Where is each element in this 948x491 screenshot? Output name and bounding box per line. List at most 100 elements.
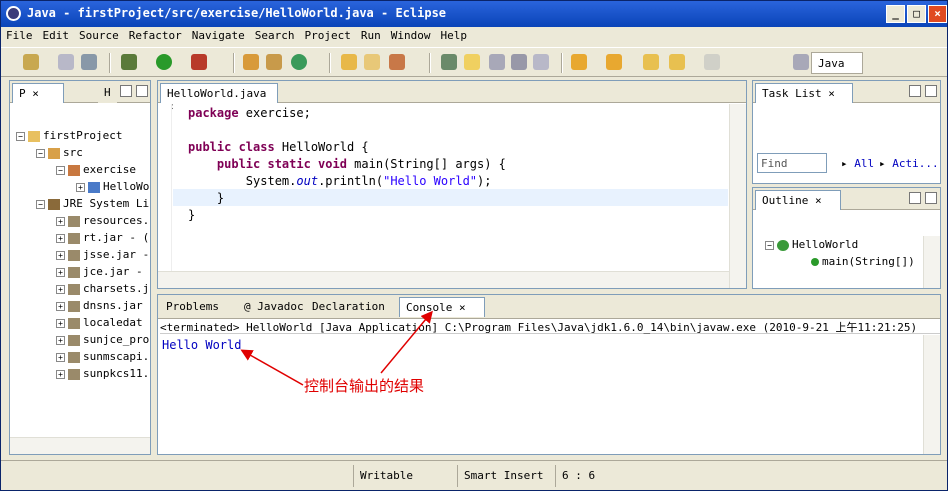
minimize-view-icon[interactable]: [909, 192, 921, 204]
print-icon[interactable]: [81, 54, 97, 70]
menu-project[interactable]: Project: [299, 27, 355, 44]
java-perspective-button[interactable]: Java: [811, 52, 863, 74]
run-icon[interactable]: [156, 54, 172, 70]
maximize-button[interactable]: □: [907, 5, 926, 23]
tab-helloworld-java[interactable]: HelloWorld.java ×: [160, 83, 278, 113]
tab-task-list[interactable]: Task List ×: [755, 83, 853, 103]
menu-search[interactable]: Search: [250, 27, 300, 44]
next-annotation-icon[interactable]: [571, 54, 587, 70]
new-package-icon[interactable]: [266, 54, 282, 70]
collapse-icon[interactable]: −: [36, 148, 45, 158]
tree-item[interactable]: + localedat: [10, 314, 150, 331]
expand-icon[interactable]: +: [56, 250, 65, 260]
save-icon[interactable]: [58, 54, 74, 70]
menu-window[interactable]: Window: [386, 27, 436, 44]
menu-help[interactable]: Help: [435, 27, 472, 44]
minimize-view-icon[interactable]: [909, 85, 921, 97]
menu-navigate[interactable]: Navigate: [187, 27, 250, 44]
highlight-icon[interactable]: [464, 54, 480, 70]
expand-icon[interactable]: +: [56, 284, 65, 294]
horizontal-scrollbar[interactable]: [10, 437, 150, 454]
vertical-scrollbar[interactable]: [729, 104, 746, 288]
tree-item[interactable]: − exercise: [10, 161, 150, 178]
code-area[interactable]: package exercise; public class HelloWorld…: [188, 105, 506, 224]
main-toolbar: Java: [1, 47, 947, 77]
forward-icon[interactable]: [704, 54, 720, 70]
open-folder-icon[interactable]: [364, 54, 380, 70]
vertical-scrollbar[interactable]: [923, 236, 940, 288]
annotation-icon[interactable]: [441, 54, 457, 70]
maximize-view-icon[interactable]: [136, 85, 148, 97]
search-icon[interactable]: [389, 54, 405, 70]
tree-item[interactable]: − src: [10, 144, 150, 161]
debug-icon[interactable]: [121, 54, 137, 70]
tab-problems[interactable]: Problems: [160, 297, 225, 317]
last-edit-icon[interactable]: [643, 54, 659, 70]
expand-icon[interactable]: +: [56, 216, 65, 226]
tree-item[interactable]: + resources.: [10, 212, 150, 229]
code-token: }: [188, 191, 225, 205]
menu-edit[interactable]: Edit: [38, 27, 75, 44]
new-class-icon[interactable]: [291, 54, 307, 70]
tree-item[interactable]: + sunmscapi.: [10, 348, 150, 365]
tree-item[interactable]: + charsets.j: [10, 280, 150, 297]
expand-icon[interactable]: +: [56, 369, 65, 379]
outline-method-item[interactable]: main(String[]): [811, 255, 915, 268]
menu-run[interactable]: Run: [356, 27, 386, 44]
tree-item[interactable]: + jsse.jar -: [10, 246, 150, 263]
collapse-icon[interactable]: −: [56, 165, 65, 175]
menu-source[interactable]: Source: [74, 27, 124, 44]
open-type-icon[interactable]: [341, 54, 357, 70]
maximize-view-icon[interactable]: [925, 85, 937, 97]
maximize-view-icon[interactable]: [925, 192, 937, 204]
minimize-view-icon[interactable]: [120, 85, 132, 97]
tree-item[interactable]: + rt.jar - (: [10, 229, 150, 246]
minimize-button[interactable]: _: [886, 5, 905, 23]
expand-icon[interactable]: +: [76, 182, 85, 192]
show-whitespace-icon[interactable]: [489, 54, 505, 70]
tree-item[interactable]: + HelloWo: [10, 178, 150, 195]
tree-item[interactable]: + sunjce_pro: [10, 331, 150, 348]
tree-item[interactable]: − JRE System Li: [10, 195, 150, 212]
expand-icon[interactable]: +: [56, 267, 65, 277]
find-input[interactable]: Find: [757, 153, 827, 173]
open-perspective-icon[interactable]: [793, 54, 809, 70]
close-button[interactable]: ×: [928, 5, 947, 23]
block-selection-icon[interactable]: [511, 54, 527, 70]
tree-item[interactable]: − firstProject: [10, 127, 150, 144]
tab-hierarchy[interactable]: H: [98, 83, 117, 103]
expand-icon[interactable]: +: [56, 335, 65, 345]
tree-item[interactable]: + dnsns.jar: [10, 297, 150, 314]
code-line: package exercise;: [188, 105, 506, 122]
prev-annotation-icon[interactable]: [606, 54, 622, 70]
console-output[interactable]: Hello World: [162, 338, 241, 352]
all-filter-link[interactable]: ▸ All: [841, 157, 874, 170]
new-icon[interactable]: [23, 54, 39, 70]
menu-refactor[interactable]: Refactor: [124, 27, 187, 44]
activate-link[interactable]: ▸ Acti...: [879, 157, 939, 170]
outline-class-item[interactable]: − HelloWorld: [765, 238, 858, 251]
external-tools-icon[interactable]: [191, 54, 207, 70]
expand-icon[interactable]: +: [56, 233, 65, 243]
tree-item-label: HelloWo: [103, 180, 150, 193]
vertical-scrollbar[interactable]: [923, 335, 940, 454]
expand-icon[interactable]: +: [56, 352, 65, 362]
tree-item-label: firstProject: [43, 129, 123, 142]
menu-file[interactable]: File: [1, 27, 38, 44]
back-icon[interactable]: [669, 54, 685, 70]
tab-outline[interactable]: Outline ×: [755, 190, 841, 210]
tab-label: HelloWorld.java: [167, 87, 267, 100]
eclipse-window: Java - firstProject/src/exercise/HelloWo…: [0, 0, 948, 491]
expand-icon[interactable]: +: [56, 301, 65, 311]
jar-icon: [68, 283, 80, 295]
collapse-icon[interactable]: −: [16, 131, 25, 141]
tree-item[interactable]: + jce.jar -: [10, 263, 150, 280]
new-java-project-icon[interactable]: [243, 54, 259, 70]
horizontal-scrollbar[interactable]: [158, 271, 729, 288]
expand-icon[interactable]: +: [56, 318, 65, 328]
paragraph-icon[interactable]: [533, 54, 549, 70]
tab-package-explorer[interactable]: P ×: [12, 83, 64, 103]
code-token: .println(: [318, 174, 384, 188]
collapse-icon[interactable]: −: [36, 199, 45, 209]
tree-item[interactable]: + sunpkcs11.: [10, 365, 150, 382]
